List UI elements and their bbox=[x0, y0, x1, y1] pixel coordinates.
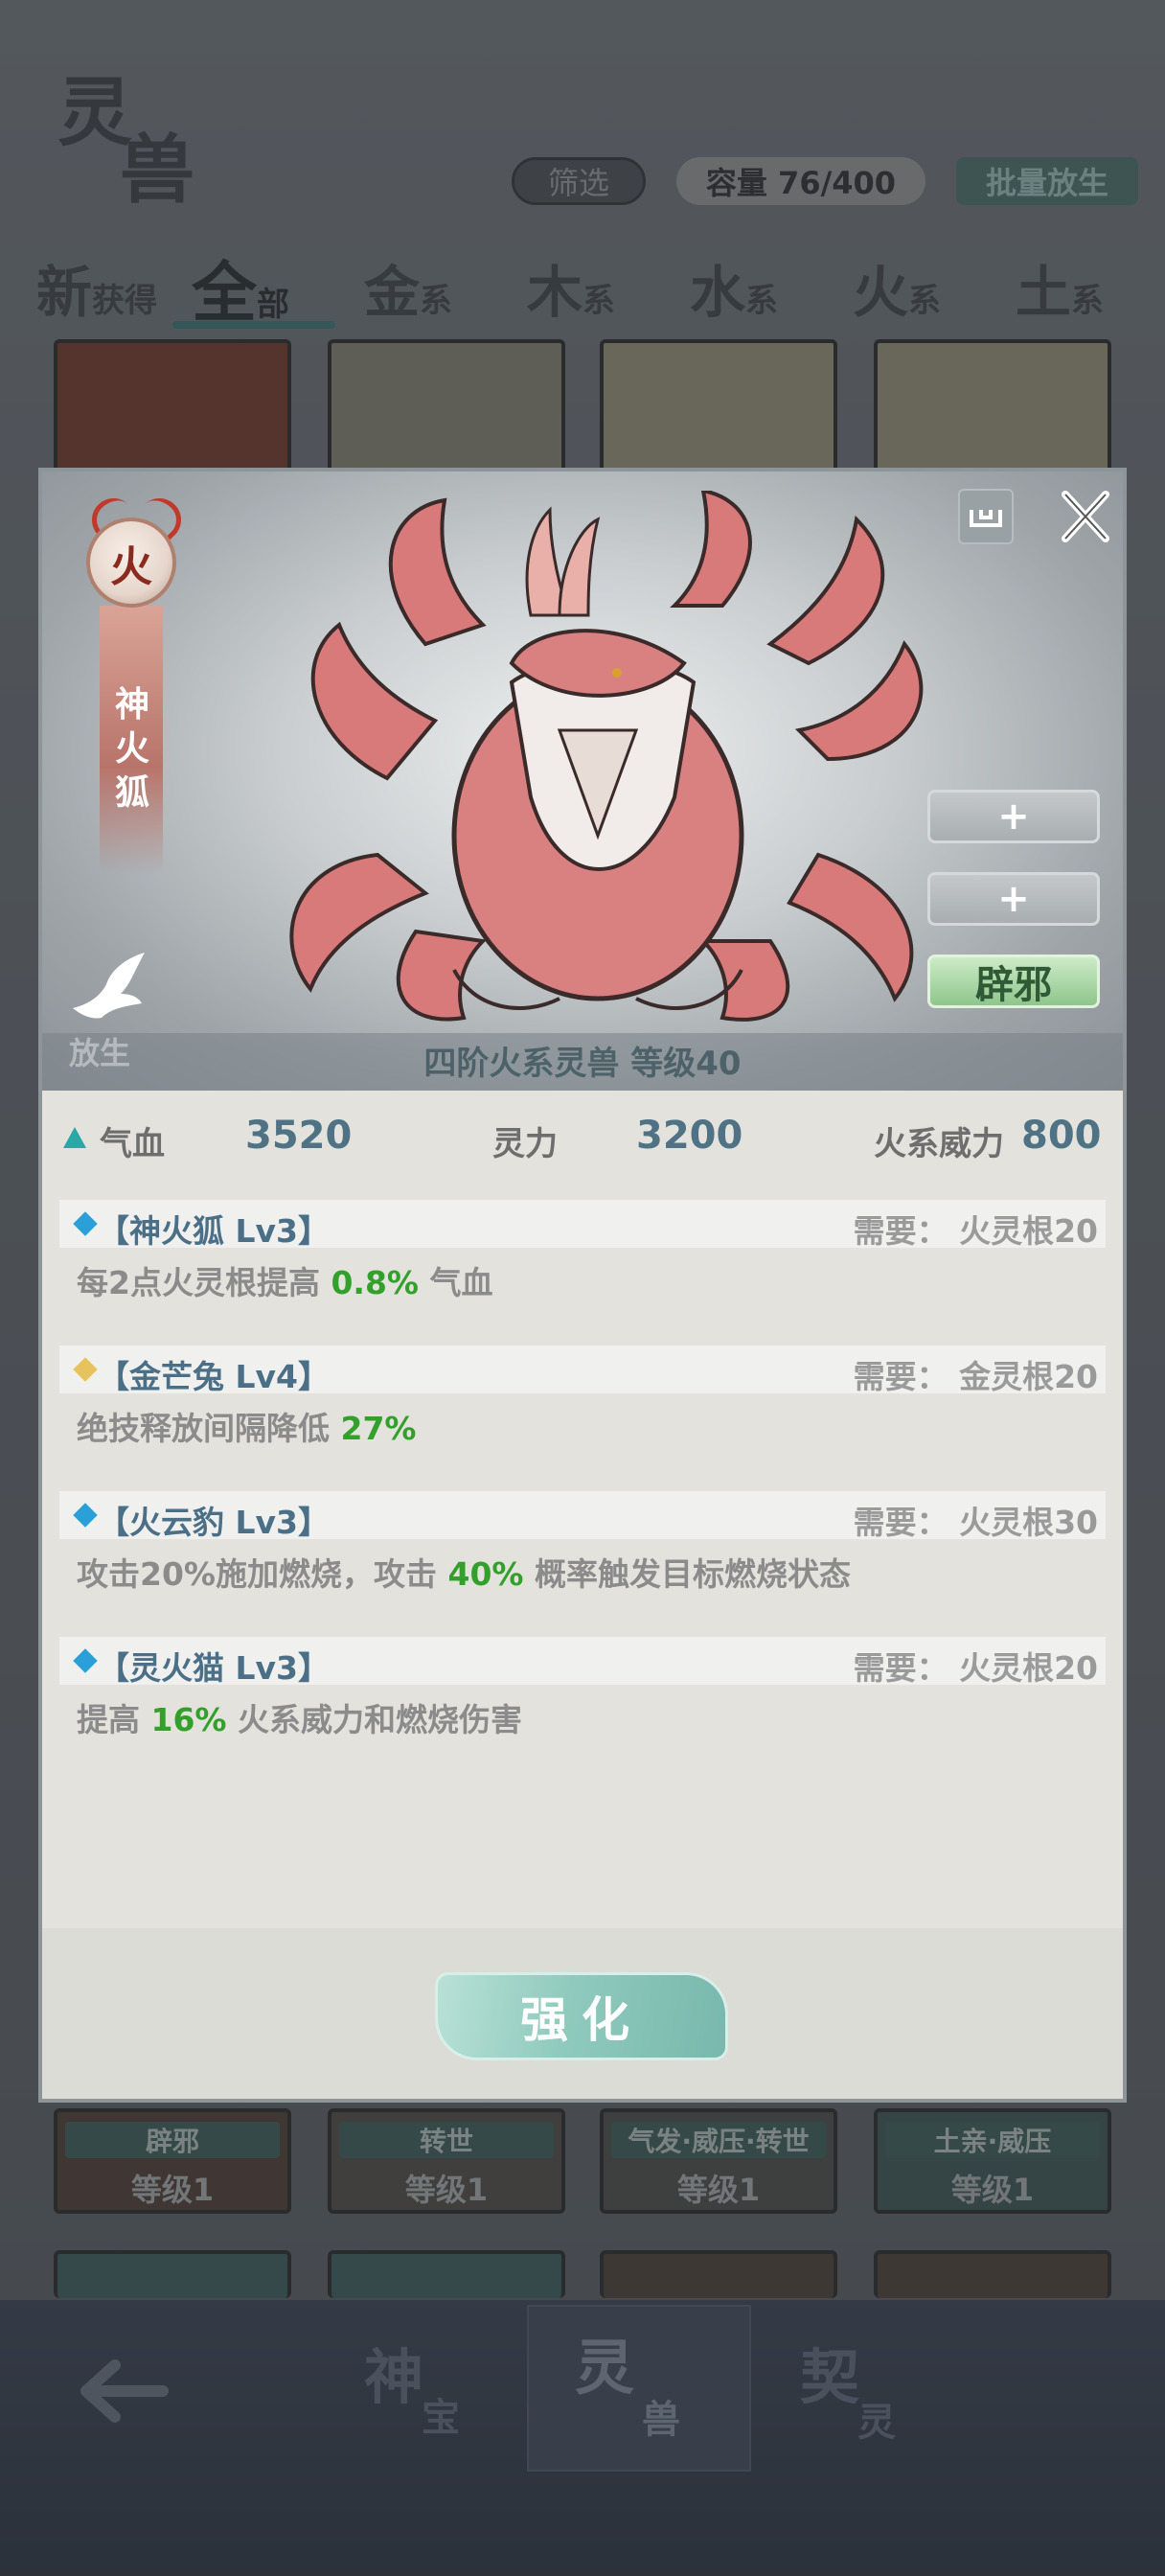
stat-value-spirit: 3200 bbox=[636, 1114, 743, 1158]
lock-icon[interactable] bbox=[958, 489, 1014, 544]
stat-value-hp: 3520 bbox=[245, 1114, 353, 1158]
triangle-icon bbox=[63, 1127, 86, 1148]
skill-name: 【金芒兔 Lv4】 bbox=[98, 1358, 330, 1395]
skill-requirement: 需要： 火灵根30 bbox=[853, 1504, 1098, 1541]
close-icon[interactable] bbox=[1058, 489, 1113, 544]
trait-bixie-button[interactable]: 辟邪 bbox=[927, 954, 1100, 1008]
skill-description: 攻击20%施加燃烧，攻击 40% 概率触发目标燃烧状态 bbox=[77, 1555, 851, 1593]
add-slot-button[interactable]: + bbox=[927, 790, 1100, 843]
stat-label-hp: 气血 bbox=[100, 1125, 165, 1163]
upgrade-button[interactable]: 强化 bbox=[435, 1972, 728, 2060]
beast-portrait-area: 火 神 火 狐 放生 + + 辟邪 四阶火系灵兽 等级40 bbox=[42, 472, 1123, 1091]
skill-requirement: 需要： 金灵根20 bbox=[853, 1358, 1098, 1395]
stats-row: 气血 3520 灵力 3200 火系威力 800 bbox=[42, 1091, 1123, 1186]
skill-name: 【神火狐 Lv3】 bbox=[98, 1212, 330, 1250]
skill-description: 每2点火灵根提高 0.8% 气血 bbox=[77, 1264, 493, 1301]
fire-element-badge: 火 bbox=[86, 518, 176, 608]
beast-rank-level: 四阶火系灵兽 等级40 bbox=[423, 1045, 742, 1083]
skill-description: 绝技释放间隔降低 27% bbox=[77, 1410, 417, 1447]
stat-label-spirit: 灵力 bbox=[492, 1125, 558, 1163]
beast-detail-modal: 火 神 火 狐 放生 + + 辟邪 四阶火系灵兽 等级40 气血 3520 灵力… bbox=[38, 468, 1127, 2103]
stat-label-fire-power: 火系威力 bbox=[874, 1125, 1004, 1163]
skill-name: 【灵火猫 Lv3】 bbox=[98, 1649, 330, 1687]
skill-description: 提高 16% 火系威力和燃烧伤害 bbox=[77, 1701, 522, 1738]
dove-icon[interactable] bbox=[63, 951, 149, 1027]
skill-name: 【火云豹 Lv3】 bbox=[98, 1504, 330, 1541]
skill-requirement: 需要： 火灵根20 bbox=[853, 1212, 1098, 1250]
add-slot-button[interactable]: + bbox=[927, 872, 1100, 926]
stat-value-fire-power: 800 bbox=[1021, 1114, 1102, 1158]
beast-name: 神 火 狐 bbox=[114, 684, 149, 813]
skill-requirement: 需要： 火灵根20 bbox=[853, 1649, 1098, 1687]
nine-tailed-fox-illustration bbox=[289, 491, 924, 1022]
